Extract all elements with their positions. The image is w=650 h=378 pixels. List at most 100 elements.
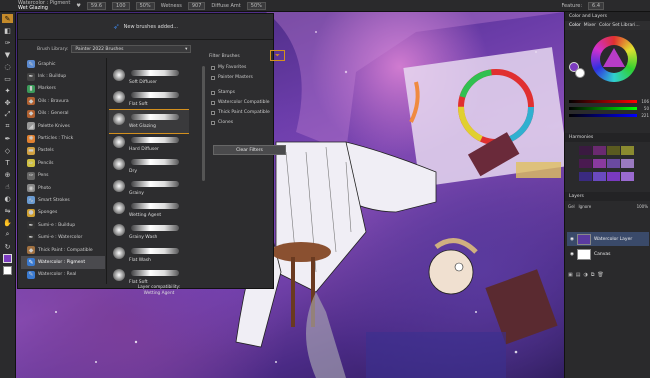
filter-icon[interactable]: ⏷ — [270, 50, 285, 61]
lasso-icon[interactable]: ◌ — [2, 62, 13, 71]
new-brushes-notice[interactable]: New brushes added... — [124, 24, 178, 30]
brush-category-item[interactable]: ✒ Sumi-e : Buildup — [21, 219, 105, 231]
brush-variant-item[interactable]: Hard Diffuser — [109, 133, 189, 155]
brush-category-item[interactable]: ▬ Pastels — [21, 145, 105, 157]
tab-color[interactable]: Color — [569, 23, 581, 28]
transform-icon[interactable]: ⤢ — [2, 110, 13, 119]
brush-variant-item[interactable]: Wet Glazing — [109, 109, 189, 134]
smudge-icon[interactable]: ☝ — [2, 182, 13, 191]
brush-variant-item[interactable]: Flat Wash — [109, 244, 189, 266]
brush-category-item[interactable]: ✺ Particles : Thick — [21, 132, 105, 144]
green-slider[interactable] — [569, 107, 637, 110]
harmony-swatch[interactable] — [593, 159, 606, 168]
harmony-swatch[interactable] — [593, 172, 606, 181]
checkbox[interactable] — [211, 75, 215, 80]
crop-icon[interactable]: ⌗ — [2, 122, 13, 131]
layer-opacity[interactable]: 100% — [637, 204, 648, 209]
brush-category-item[interactable]: ◆ Thick Paint : Compatible — [21, 244, 105, 256]
harmony-swatch[interactable] — [579, 146, 592, 155]
paint-bucket-icon[interactable]: ▼ — [2, 50, 13, 59]
grab-icon[interactable]: ✋ — [2, 218, 13, 227]
mask-icon[interactable]: ◑ — [583, 272, 587, 278]
brush-variant-item[interactable]: Soft Diffuser — [109, 66, 189, 88]
mirror-icon[interactable]: ⇋ — [2, 206, 13, 215]
heart-icon[interactable]: ♥ — [76, 3, 80, 9]
harmony-swatch[interactable] — [593, 146, 606, 155]
brush-variant-item[interactable]: Grainy Wash — [109, 221, 189, 243]
red-slider[interactable] — [569, 100, 637, 103]
harmony-swatch[interactable] — [607, 159, 620, 168]
brush-name-display[interactable]: Watercolor : Pigment Wet Glazing — [18, 0, 70, 11]
checkbox[interactable] — [211, 100, 215, 105]
delete-layer-icon[interactable]: 🗑 — [597, 272, 603, 278]
brush-variant-item[interactable]: Dry — [109, 155, 189, 177]
opacity-field[interactable]: 100 — [112, 1, 130, 10]
harmony-swatch[interactable] — [579, 159, 592, 168]
harmony-swatch[interactable] — [607, 146, 620, 155]
diffuse-field[interactable]: 50% — [246, 1, 266, 10]
brush-category-item[interactable]: ▮ Markers — [21, 83, 105, 95]
checkbox[interactable] — [211, 110, 215, 115]
new-layer-icon[interactable]: ▣ — [568, 272, 573, 278]
brush-variant-item[interactable]: Flat Soft — [109, 88, 189, 110]
brush-library-dropdown[interactable]: Painter 2022 Brushes ▾ — [71, 45, 192, 53]
harmony-swatch[interactable] — [621, 172, 634, 181]
checkbox[interactable] — [211, 65, 215, 70]
brush-category-item[interactable]: ◆ Oils : Bravura — [21, 95, 105, 107]
rotate-icon[interactable]: ↻ — [2, 242, 13, 251]
harmony-swatch[interactable] — [621, 146, 634, 155]
filter-option[interactable]: My Favorites — [211, 65, 246, 70]
duplicate-icon[interactable]: ⧉ — [591, 272, 595, 278]
brush-category-item[interactable]: ✒ Sumi-e : Watercolor — [21, 231, 105, 243]
checkbox[interactable] — [211, 120, 215, 125]
size-field[interactable]: 59.6 — [86, 1, 107, 10]
layer-group-icon[interactable]: ▤ — [576, 272, 581, 278]
brush-variant-item[interactable]: Wetting Agent — [109, 199, 189, 221]
clone-icon[interactable]: ⊕ — [2, 170, 13, 179]
pen-icon[interactable]: ✒ — [2, 134, 13, 143]
checkbox[interactable] — [211, 90, 215, 95]
grain-field[interactable]: 50% — [135, 1, 155, 10]
brush-download-icon[interactable]: ➶ — [113, 22, 120, 31]
filter-option[interactable]: Thick Paint Compatible — [211, 110, 270, 115]
additional-color-swatch[interactable] — [2, 266, 13, 275]
dropper-tool-icon[interactable]: ✑ — [2, 38, 13, 47]
wetness-field[interactable]: 907 — [187, 1, 206, 10]
brush-category-item[interactable]: ◉ Photo — [21, 182, 105, 194]
harmony-swatch[interactable] — [621, 159, 634, 168]
filter-option[interactable]: Stamps — [211, 90, 235, 95]
variant-scrollbar[interactable] — [202, 66, 205, 181]
brush-category-item[interactable]: ∿ Smart Strokes — [21, 194, 105, 206]
brush-category-item[interactable]: ✎ Graphic — [21, 58, 105, 70]
brush-category-item[interactable]: ✎ Watercolor : Pigment — [21, 256, 105, 269]
move-icon[interactable]: ✥ — [2, 98, 13, 107]
composite-method[interactable]: Gel — [568, 204, 575, 209]
brush-category-item[interactable]: ● Sponges — [21, 207, 105, 219]
harmony-swatch[interactable] — [607, 172, 620, 181]
tab-color-sets[interactable]: Color Set Librari... — [599, 23, 640, 28]
tab-mixer[interactable]: Mixer — [584, 23, 596, 28]
layer-item-canvas[interactable]: ◉ Canvas — [567, 247, 649, 261]
rectangle-select-icon[interactable]: ▭ — [2, 74, 13, 83]
color-triangle[interactable] — [603, 48, 625, 67]
shape-icon[interactable]: ◇ — [2, 146, 13, 155]
brush-tool-icon[interactable]: ✎ — [2, 14, 13, 23]
filter-option[interactable]: Painter Masters — [211, 75, 253, 80]
eye-icon[interactable]: ◉ — [570, 252, 574, 257]
eye-icon[interactable]: ◉ — [570, 237, 574, 242]
layer-item-watercolor[interactable]: ◉ Watercolor Layer — [567, 232, 649, 246]
ignore-option[interactable]: Ignore — [579, 204, 592, 209]
main-color-swatch[interactable] — [2, 254, 13, 263]
brush-category-item[interactable]: ✒ Ink : Buildup — [21, 70, 105, 82]
feature-field[interactable]: 6.4 — [588, 1, 604, 10]
clear-filters-button[interactable]: Clear Filters — [213, 145, 286, 155]
dodge-icon[interactable]: ◐ — [2, 194, 13, 203]
filter-option[interactable]: Clones — [211, 120, 233, 125]
brush-category-item[interactable]: ◆ Oils : General — [21, 108, 105, 120]
text-icon[interactable]: T — [2, 158, 13, 167]
eraser-tool-icon[interactable]: ◧ — [2, 26, 13, 35]
magic-wand-icon[interactable]: ✦ — [2, 86, 13, 95]
brush-variant-item[interactable]: Grainy — [109, 177, 189, 199]
zoom-icon[interactable]: ⌕ — [2, 230, 13, 239]
harmony-swatch[interactable] — [579, 172, 592, 181]
